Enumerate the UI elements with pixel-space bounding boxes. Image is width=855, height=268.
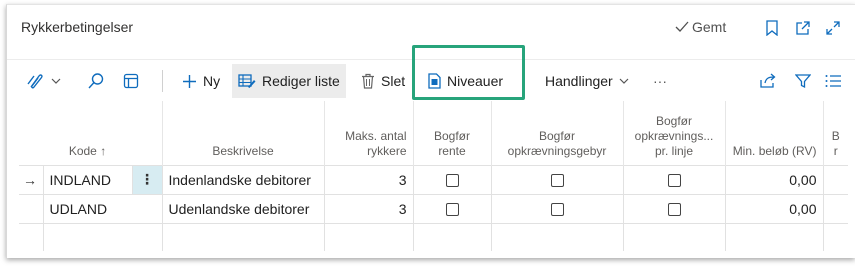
saved-status: Gemt (675, 19, 726, 35)
delete-button[interactable]: Slet (355, 64, 411, 98)
toolbar-divider (162, 70, 163, 92)
post-fee-per-line-cell (622, 164, 725, 194)
page-title: Rykkerbetingelser (21, 19, 134, 35)
truncated-cell (822, 164, 848, 194)
saved-status-label: Gemt (692, 19, 727, 35)
bookmark-icon[interactable] (761, 17, 783, 39)
personalize-button[interactable] (117, 64, 145, 98)
filter-icon (795, 74, 811, 89)
page-window: Rykkerbetingelser Gemt Ny Rediger liste … (6, 4, 855, 258)
trash-icon (362, 73, 374, 89)
max-reminders-cell[interactable]: 3 (323, 193, 413, 223)
share-icon (760, 73, 776, 88)
min-amount-cell[interactable]: 0,00 (724, 164, 823, 194)
edit-list-icon (238, 74, 256, 88)
post-fee-checkbox[interactable] (550, 203, 564, 217)
action-bar: Ny Rediger liste Slet Niveauer Handlinge… (7, 59, 855, 99)
column-header-post-fee[interactable]: Bogfør opkrævningsgebyr (490, 101, 623, 165)
open-new-window-icon[interactable] (792, 17, 814, 39)
row-menu-cell (132, 193, 162, 223)
column-header-max-reminders[interactable]: Maks. antal rykkere (323, 101, 413, 165)
actions-menu-label: Handlinger (545, 73, 613, 89)
expand-icon[interactable] (822, 17, 844, 39)
checkmark-icon (675, 21, 689, 32)
new-button[interactable]: Ny (176, 64, 226, 98)
post-fee-per-line-checkbox[interactable] (667, 203, 681, 217)
delete-button-label: Slet (381, 73, 406, 89)
post-fee-per-line-cell (622, 193, 725, 223)
reminder-terms-table: Kode ↑ Beskrivelse Maks. antal rykkere B… (19, 101, 848, 251)
search-icon (88, 73, 104, 89)
new-button-label: Ny (203, 73, 221, 89)
document-icon (428, 73, 441, 89)
table-row[interactable]: UDLAND Udenlandske debitorer 3 0,00 (19, 193, 848, 223)
levels-button[interactable]: Niveauer (422, 64, 509, 98)
list-icon (825, 75, 841, 87)
post-interest-cell (412, 193, 491, 223)
column-header-code[interactable]: Kode ↑ (43, 101, 132, 165)
description-cell[interactable]: Indenlandske debitorer (161, 164, 324, 194)
truncated-cell (822, 193, 848, 223)
table-row[interactable]: → INDLAND ⋮ Indenlandske debitorer 3 0,0… (19, 164, 848, 194)
max-reminders-cell[interactable]: 3 (323, 164, 413, 194)
chevron-down-icon (619, 78, 629, 84)
attachments-menu-button[interactable] (19, 64, 67, 98)
code-cell[interactable]: UDLAND (42, 193, 132, 223)
search-button[interactable] (81, 64, 111, 98)
table-header-row: Kode ↑ Beskrivelse Maks. antal rykkere B… (19, 101, 848, 165)
title-bar: Rykkerbetingelser Gemt (7, 5, 855, 53)
actions-menu-button[interactable]: Handlinger (539, 64, 635, 98)
post-fee-cell (490, 193, 623, 223)
description-cell[interactable]: Udenlandske debitorer (161, 193, 324, 223)
plus-icon (183, 74, 196, 88)
min-amount-cell[interactable]: 0,00 (724, 193, 823, 223)
current-row-indicator-icon: → (19, 164, 43, 194)
levels-button-label: Niveauer (447, 73, 504, 89)
filter-button[interactable] (789, 64, 817, 98)
attachment-icon (27, 74, 43, 89)
row-indicator (19, 193, 43, 223)
post-interest-checkbox[interactable] (445, 174, 459, 188)
edit-list-button[interactable]: Rediger liste (232, 64, 346, 98)
column-header-post-fee-per-line[interactable]: Bogfør opkrævnings... pr. linje (622, 101, 725, 165)
edit-list-label: Rediger liste (262, 73, 340, 89)
post-fee-checkbox[interactable] (550, 174, 564, 188)
column-header-post-interest[interactable]: Bogfør rente (412, 101, 491, 165)
more-options-icon: ··· (653, 73, 667, 89)
column-header-next-truncated[interactable]: B r (822, 101, 848, 165)
column-header-description[interactable]: Beskrivelse (161, 101, 324, 165)
menu-column-header (132, 101, 162, 165)
more-options-button[interactable]: ··· (647, 64, 673, 98)
code-cell[interactable]: INDLAND (42, 164, 132, 194)
column-header-min-amount[interactable]: Min. beløb (RV) (724, 101, 823, 165)
share-button[interactable] (753, 64, 783, 98)
row-actions-menu-icon[interactable]: ⋮ (131, 164, 162, 194)
indicator-column-header (19, 101, 43, 165)
list-view-button[interactable] (819, 64, 847, 98)
post-fee-per-line-checkbox[interactable] (667, 174, 681, 188)
layout-icon (123, 73, 139, 89)
post-interest-cell (412, 164, 491, 194)
table-row-empty[interactable] (19, 222, 848, 251)
sort-ascending-icon: ↑ (100, 143, 107, 158)
chevron-down-icon (51, 78, 61, 84)
post-interest-checkbox[interactable] (445, 203, 459, 217)
post-fee-cell (490, 164, 623, 194)
